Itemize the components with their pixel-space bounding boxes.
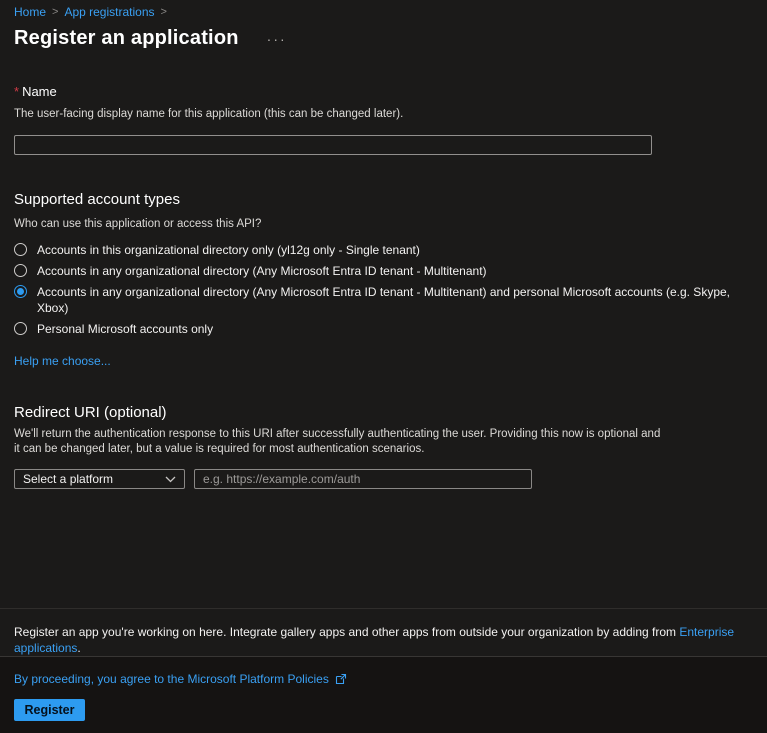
platform-policies-link[interactable]: By proceeding, you agree to the Microsof… bbox=[14, 657, 753, 686]
register-application-blade: Home > App registrations > Register an a… bbox=[0, 0, 767, 489]
chevron-down-icon bbox=[165, 476, 176, 483]
policy-link-text: By proceeding, you agree to the Microsof… bbox=[14, 672, 329, 686]
section-divider bbox=[0, 608, 767, 609]
required-marker: * bbox=[14, 84, 20, 99]
help-me-choose-link[interactable]: Help me choose... bbox=[14, 354, 111, 368]
radio-icon bbox=[14, 322, 27, 335]
external-link-icon bbox=[335, 673, 347, 685]
radio-label: Personal Microsoft accounts only bbox=[37, 322, 214, 336]
register-button[interactable]: Register bbox=[14, 699, 85, 721]
radio-label: Accounts in any organizational directory… bbox=[37, 285, 730, 315]
radio-label: Accounts in this organizational director… bbox=[37, 243, 420, 257]
supported-account-types-title: Supported account types bbox=[14, 191, 180, 208]
platform-select[interactable]: Select a platform bbox=[14, 469, 185, 489]
info-text: Register an app you're working on here. … bbox=[14, 625, 680, 639]
redirect-uri-title: Redirect URI (optional) bbox=[14, 404, 167, 421]
radio-icon bbox=[14, 264, 27, 277]
footer-bar: By proceeding, you agree to the Microsof… bbox=[0, 656, 767, 733]
enterprise-apps-info: Register an app you're working on here. … bbox=[14, 624, 753, 656]
radio-personal-only[interactable]: Personal Microsoft accounts only bbox=[14, 321, 753, 337]
account-types-question: Who can use this application or access t… bbox=[14, 218, 262, 230]
radio-multitenant-personal[interactable]: Accounts in any organizational directory… bbox=[14, 284, 753, 316]
radio-single-tenant[interactable]: Accounts in this organizational director… bbox=[14, 242, 753, 258]
name-field-description: The user-facing display name for this ap… bbox=[14, 108, 404, 120]
name-label-text: Name bbox=[22, 84, 57, 99]
breadcrumb-home[interactable]: Home bbox=[14, 5, 46, 19]
redirect-uri-input[interactable] bbox=[194, 469, 532, 489]
name-field-label: * Name bbox=[14, 84, 753, 99]
breadcrumb-app-registrations[interactable]: App registrations bbox=[64, 5, 154, 19]
platform-select-value: Select a platform bbox=[23, 472, 114, 486]
page-title: Register an application bbox=[14, 27, 239, 49]
name-input[interactable] bbox=[14, 135, 652, 155]
radio-icon bbox=[14, 285, 27, 298]
redirect-uri-controls: Select a platform bbox=[14, 469, 753, 489]
breadcrumb: Home > App registrations > bbox=[14, 0, 753, 19]
radio-icon bbox=[14, 243, 27, 256]
more-options-icon[interactable]: ··· bbox=[267, 31, 287, 47]
breadcrumb-separator-icon: > bbox=[160, 6, 167, 18]
radio-label: Accounts in any organizational directory… bbox=[37, 264, 487, 278]
info-text-period: . bbox=[77, 641, 81, 655]
redirect-uri-description: We'll return the authentication response… bbox=[14, 428, 661, 455]
account-types-radio-group: Accounts in this organizational director… bbox=[14, 242, 753, 337]
radio-multitenant[interactable]: Accounts in any organizational directory… bbox=[14, 263, 753, 279]
breadcrumb-separator-icon: > bbox=[52, 6, 59, 18]
title-row: Register an application ··· bbox=[14, 27, 753, 50]
